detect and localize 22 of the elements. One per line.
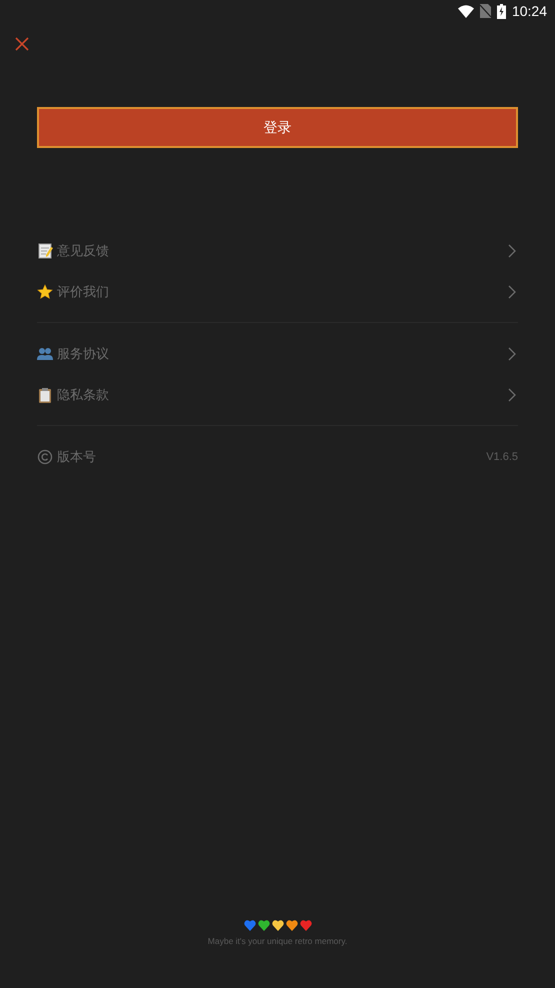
chevron-right-icon (508, 284, 516, 298)
wifi-icon (458, 4, 474, 18)
tagline: Maybe it's your unique retro memory. (208, 936, 348, 946)
clock-time: 10:24 (512, 3, 547, 19)
battery-charging-icon (496, 4, 506, 18)
no-sim-icon (480, 4, 491, 18)
close-icon[interactable] (14, 36, 30, 52)
menu-item-label: 版本号 (57, 448, 97, 466)
chevron-right-icon (508, 388, 516, 402)
menu-item-label[interactable]: 隐私条款 (57, 386, 504, 404)
menu-item-label[interactable]: 评价我们 (57, 282, 504, 300)
people-icon (37, 346, 53, 362)
copyright-icon (37, 448, 53, 464)
star-icon (37, 284, 53, 300)
clipboard-icon (37, 386, 53, 402)
login-button[interactable]: 登录 (37, 107, 518, 148)
memo-icon (37, 242, 53, 258)
version-number: V1.6.5 (486, 450, 518, 462)
chevron-right-icon (508, 244, 516, 258)
menu-item-label[interactable]: 服务协议 (57, 344, 504, 362)
chevron-right-icon (508, 346, 516, 360)
menu-item-label[interactable]: 意见反馈 (57, 242, 504, 260)
